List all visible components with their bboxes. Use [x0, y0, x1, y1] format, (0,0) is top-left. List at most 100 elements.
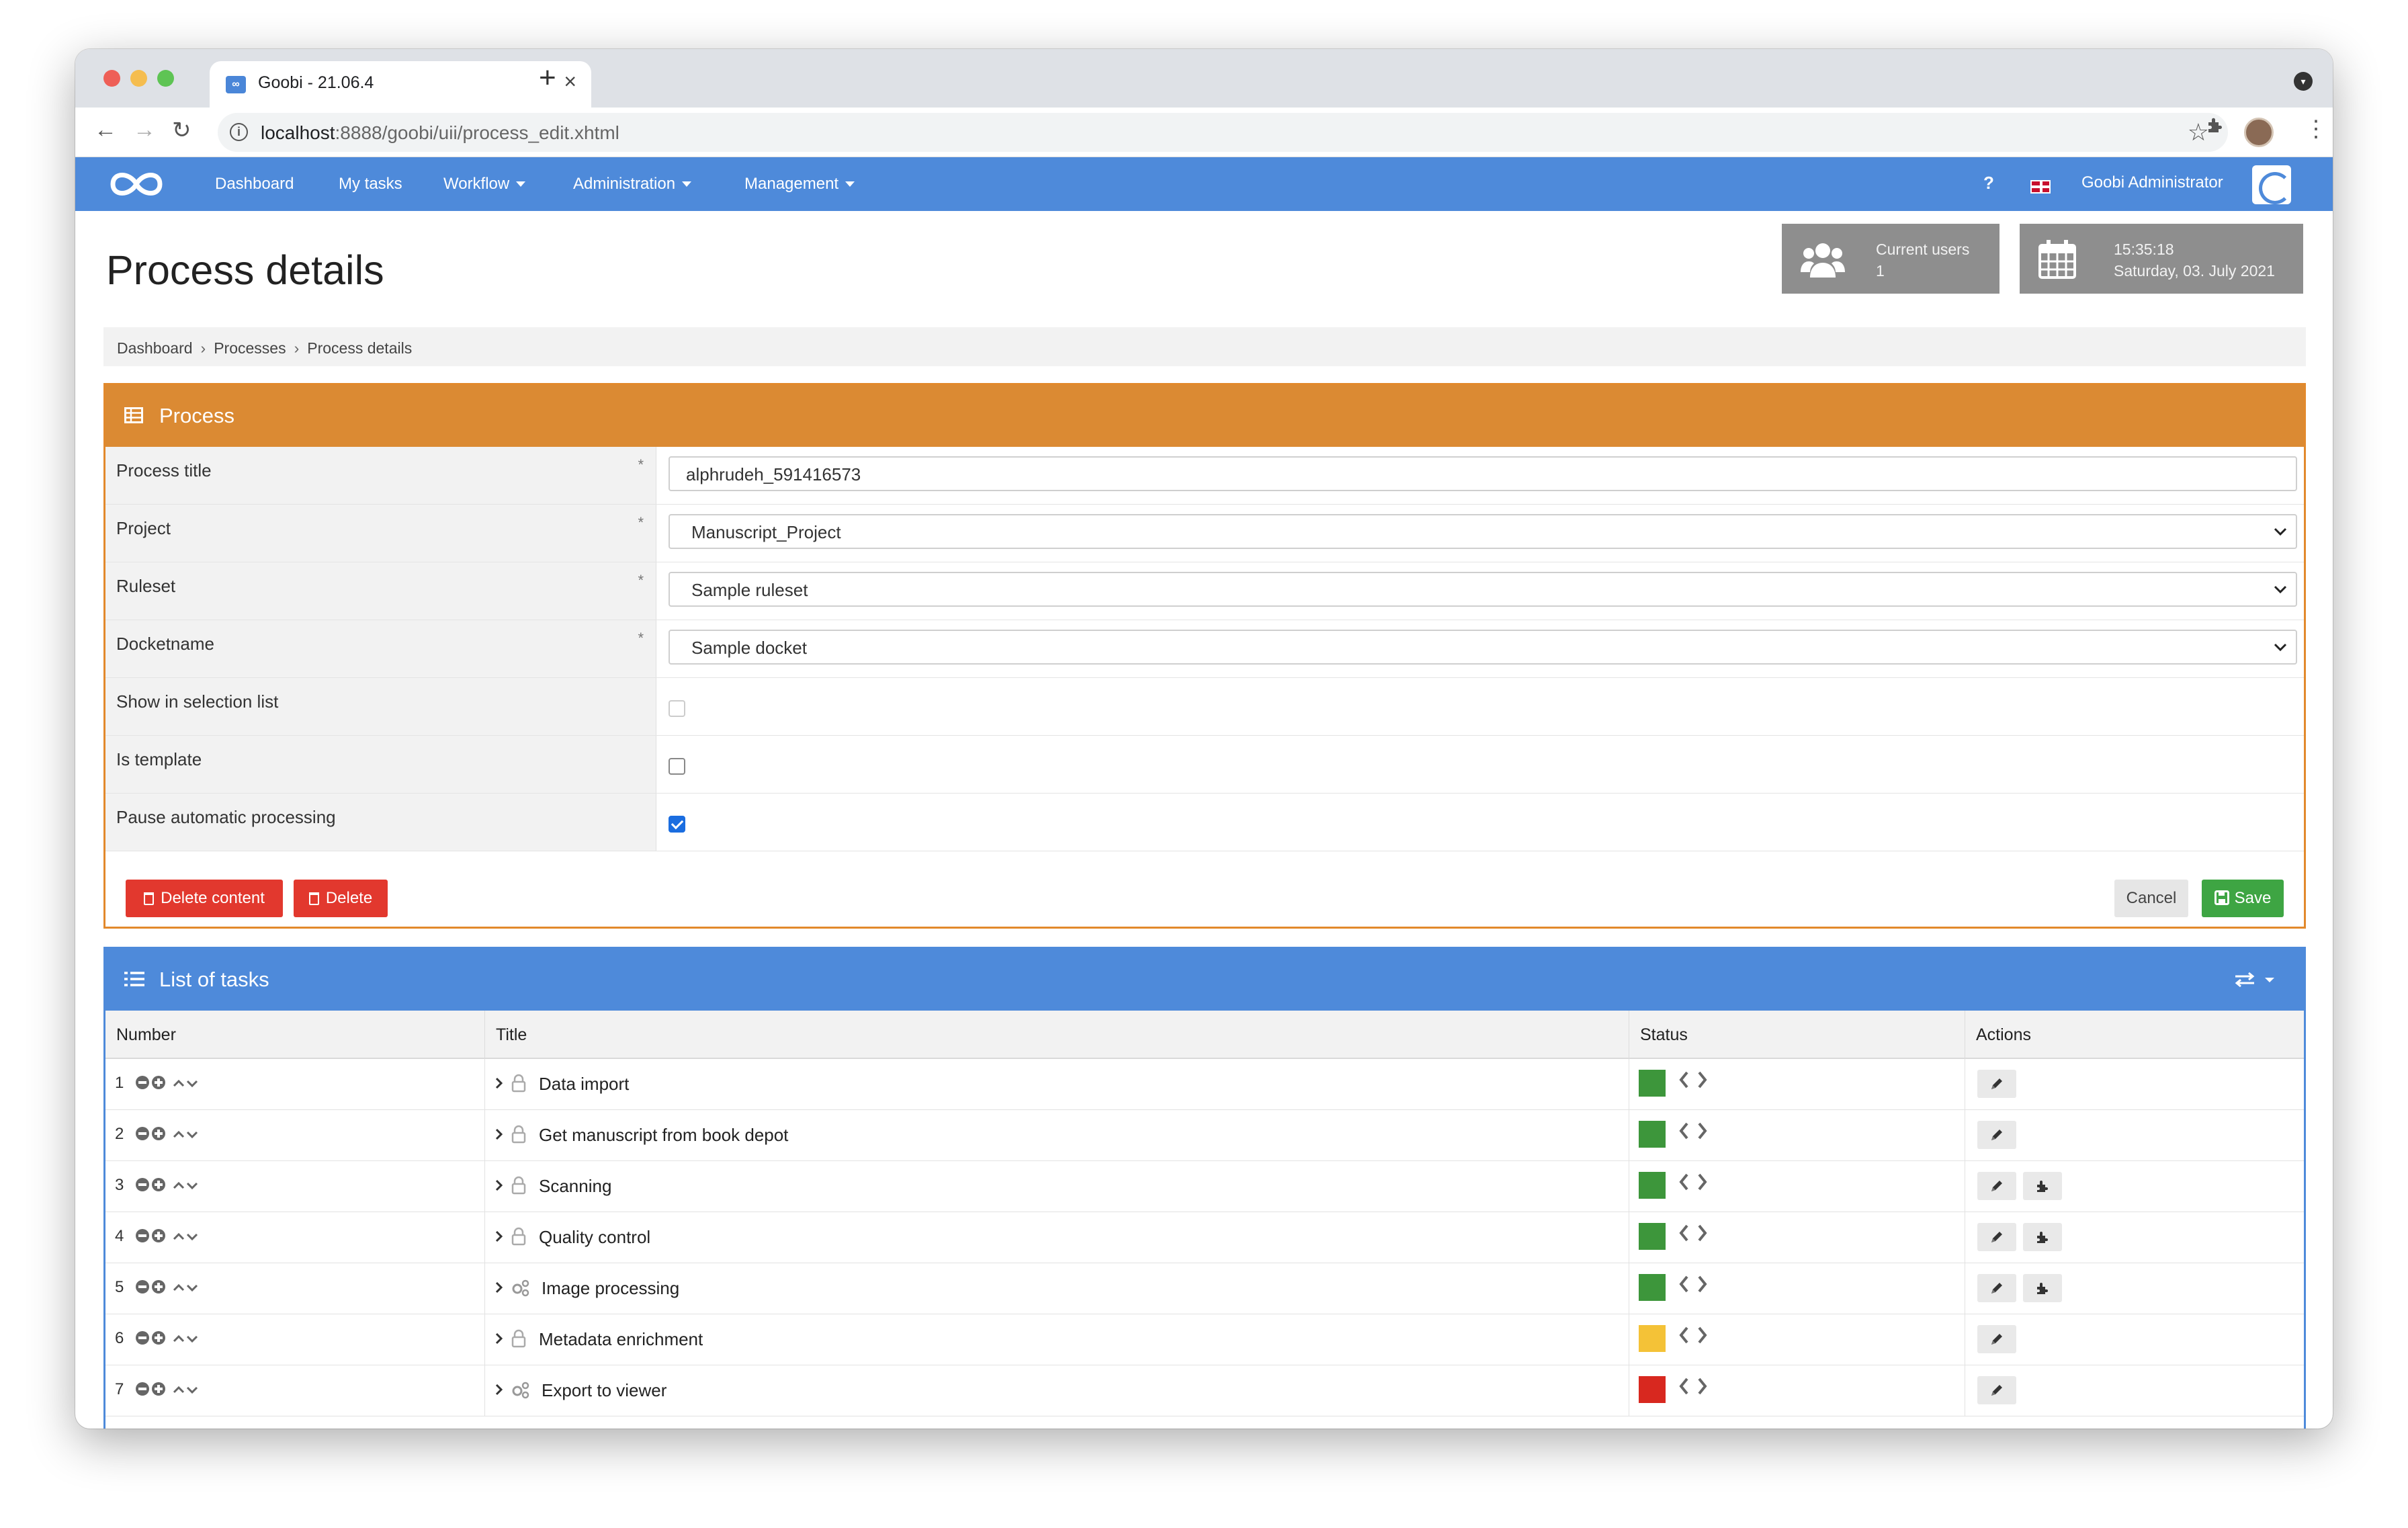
edit-task-button[interactable]	[1977, 1274, 2016, 1302]
actions-cell	[1965, 1212, 2304, 1263]
task-order-controls[interactable]	[135, 1224, 200, 1253]
new-tab-icon[interactable]: +	[539, 61, 556, 95]
delete-content-button[interactable]: Delete content	[126, 880, 283, 917]
task-order-controls[interactable]	[135, 1326, 200, 1355]
current-date: Saturday, 03. July 2021	[2114, 262, 2275, 280]
browser-tab[interactable]: ∞ Goobi - 21.06.4 ×	[210, 61, 591, 108]
column-status[interactable]: Status	[1629, 1011, 1965, 1059]
edit-task-button[interactable]	[1977, 1325, 2016, 1353]
save-button[interactable]: Save	[2202, 880, 2284, 917]
task-plugin-button[interactable]	[2023, 1274, 2062, 1302]
nav-management[interactable]: Management	[744, 175, 855, 194]
profile-avatar[interactable]	[2244, 118, 2274, 147]
task-title[interactable]: Data import	[539, 1074, 629, 1095]
column-title[interactable]: Title	[485, 1011, 1629, 1059]
chevron-right-icon[interactable]	[494, 1128, 504, 1144]
status-change-arrows-icon[interactable]	[1676, 1171, 1710, 1197]
back-icon[interactable]: ←	[94, 117, 117, 143]
minimize-window-button[interactable]	[130, 70, 147, 87]
project-select[interactable]: Manuscript_Project	[669, 514, 2297, 549]
current-users-count: 1	[1876, 262, 1885, 280]
maximize-window-button[interactable]	[157, 70, 174, 87]
delete-button[interactable]: Delete	[294, 880, 388, 917]
show-in-selection-checkbox[interactable]	[669, 700, 685, 717]
chevron-right-icon[interactable]	[494, 1179, 504, 1195]
ruleset-select[interactable]: Sample ruleset	[669, 572, 2297, 607]
nav-workflow[interactable]: Workflow	[443, 175, 526, 194]
edit-task-button[interactable]	[1977, 1121, 2016, 1149]
goobi-logo-icon[interactable]	[106, 168, 167, 200]
task-order-controls[interactable]	[135, 1122, 200, 1151]
process-panel-header: Process	[105, 385, 2304, 447]
task-title[interactable]: Get manuscript from book depot	[539, 1125, 788, 1146]
nav-workflow-label: Workflow	[443, 175, 510, 193]
process-title-input[interactable]: alphrudeh_591416573	[669, 456, 2297, 491]
task-order-controls[interactable]	[135, 1071, 200, 1100]
chevron-right-icon[interactable]	[494, 1332, 504, 1349]
column-toggle-icon[interactable]	[2234, 972, 2277, 988]
task-order-controls[interactable]	[135, 1275, 200, 1304]
current-time: 15:35:18	[2114, 241, 2174, 258]
title-cell: Scanning	[485, 1161, 1629, 1212]
task-order-controls[interactable]	[135, 1173, 200, 1202]
caret-down-icon	[516, 181, 526, 187]
status-indicator	[1639, 1121, 1666, 1148]
edit-task-button[interactable]	[1977, 1172, 2016, 1200]
user-name[interactable]: Goobi Administrator	[2081, 173, 2223, 192]
task-title[interactable]: Quality control	[539, 1227, 650, 1248]
task-title[interactable]: Scanning	[539, 1176, 611, 1197]
chevron-right-icon[interactable]	[494, 1230, 504, 1246]
chevron-right-icon[interactable]	[494, 1383, 504, 1400]
task-plugin-button[interactable]	[2023, 1223, 2062, 1251]
help-button[interactable]: ?	[1983, 173, 1994, 194]
browser-menu-icon[interactable]: ⋮	[2305, 116, 2327, 142]
table-row: 1 Data import	[105, 1059, 2304, 1110]
tab-close-icon[interactable]: ×	[564, 69, 576, 94]
reload-icon[interactable]: ↻	[172, 117, 191, 144]
forward-icon[interactable]: →	[133, 117, 156, 143]
close-window-button[interactable]	[103, 70, 120, 87]
status-change-arrows-icon[interactable]	[1676, 1222, 1710, 1248]
extensions-puzzle-icon[interactable]	[2205, 116, 2225, 142]
status-change-arrows-icon[interactable]	[1676, 1068, 1710, 1095]
goobi-favicon-icon: ∞	[226, 76, 246, 93]
pause-automatic-checkbox[interactable]	[669, 816, 685, 833]
task-title[interactable]: Image processing	[542, 1278, 679, 1299]
lock-icon	[511, 1074, 527, 1096]
status-cell	[1629, 1365, 1965, 1416]
uk-flag-icon[interactable]	[2030, 180, 2051, 194]
nav-administration[interactable]: Administration	[573, 175, 692, 194]
edit-task-button[interactable]	[1977, 1070, 2016, 1098]
address-bar[interactable]: i localhost:8888/goobi/uii/process_edit.…	[218, 113, 2228, 152]
edit-task-button[interactable]	[1977, 1376, 2016, 1404]
task-title[interactable]: Metadata enrichment	[539, 1329, 703, 1350]
chevron-right-icon[interactable]	[494, 1076, 504, 1093]
nav-dashboard[interactable]: Dashboard	[215, 175, 294, 194]
breadcrumb: Dashboard › Processes › Process details	[103, 327, 2306, 366]
task-order-controls[interactable]	[135, 1377, 200, 1406]
status-change-arrows-icon[interactable]	[1676, 1119, 1710, 1146]
status-cell	[1629, 1110, 1965, 1161]
chevron-right-icon[interactable]	[494, 1281, 504, 1298]
url-text: localhost:8888/goobi/uii/process_edit.xh…	[261, 122, 619, 144]
tab-search-icon[interactable]: ▾	[2294, 72, 2313, 91]
actions-cell	[1965, 1161, 2304, 1212]
breadcrumb-processes[interactable]: Processes	[214, 339, 286, 357]
task-title[interactable]: Export to viewer	[542, 1380, 666, 1401]
pencil-icon	[1989, 1229, 2005, 1248]
delete-label: Delete	[325, 889, 373, 907]
task-plugin-button[interactable]	[2023, 1172, 2062, 1200]
cancel-button[interactable]: Cancel	[2114, 880, 2188, 917]
edit-task-button[interactable]	[1977, 1223, 2016, 1251]
status-change-arrows-icon[interactable]	[1676, 1375, 1710, 1401]
status-change-arrows-icon[interactable]	[1676, 1324, 1710, 1350]
is-template-checkbox[interactable]	[669, 758, 685, 775]
breadcrumb-dashboard[interactable]: Dashboard	[117, 339, 193, 357]
status-change-arrows-icon[interactable]	[1676, 1273, 1710, 1299]
nav-my-tasks[interactable]: My tasks	[339, 175, 402, 194]
site-info-icon[interactable]: i	[230, 123, 248, 141]
docketname-select[interactable]: Sample docket	[669, 630, 2297, 665]
column-number[interactable]: Number	[105, 1011, 485, 1059]
task-list-header: List of tasks	[105, 949, 2304, 1011]
user-avatar[interactable]	[2252, 165, 2291, 204]
